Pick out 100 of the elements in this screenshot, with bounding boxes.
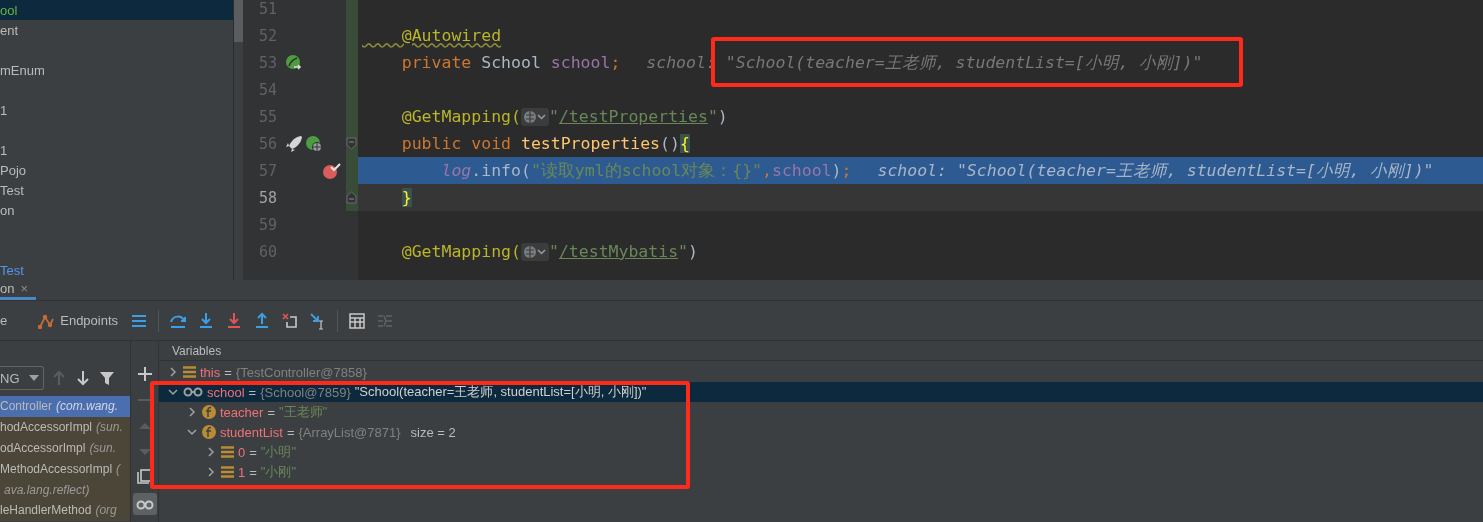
inline-value-hint: school: "School(teacher=王老师, studentList=[小明, 小刚])" — [646, 51, 1203, 74]
code-token: ) — [831, 161, 842, 180]
code-token: ; — [841, 161, 852, 180]
scrollbar-thumb[interactable] — [234, 0, 243, 42]
code-token: School — [481, 53, 542, 72]
field-icon — [202, 425, 216, 439]
variable-value: "小明" — [260, 443, 297, 461]
stack-icon — [221, 446, 234, 458]
variable-row[interactable]: 0 = "小明" — [159, 442, 1483, 462]
code-token: school — [771, 161, 832, 180]
code-token: @GetMapping( — [400, 107, 521, 126]
globe-dropdown-icon[interactable] — [520, 242, 549, 261]
equals-sign: = — [267, 404, 275, 420]
stack-frame[interactable]: hodAccessorImpl (sun. — [0, 416, 130, 438]
code-token: " — [548, 107, 559, 126]
project-tree-item[interactable]: on — [0, 200, 233, 220]
size-text: size = 2 — [410, 424, 456, 440]
chevron-right-icon[interactable] — [186, 406, 198, 418]
variable-value: "小刚" — [260, 463, 297, 481]
object-reference: {School@7859} — [260, 384, 351, 400]
field-icon — [202, 405, 216, 419]
variable-row[interactable]: 1 = "小刚" — [159, 462, 1483, 482]
project-tree-item[interactable]: mEnum — [0, 60, 233, 80]
code-token: @Autowired — [400, 26, 502, 45]
chevron-down-icon[interactable] — [186, 426, 198, 438]
code-token: ; — [610, 53, 621, 72]
variable-name: school — [207, 384, 245, 400]
code-token: private — [400, 53, 473, 72]
variable-row[interactable]: school = {School@7859} "School(teacher=王老师, studentList=[小明, 小刚])" — [159, 382, 1483, 402]
project-tree-item[interactable]: Test — [0, 180, 233, 200]
variable-row[interactable]: studentList = {ArrayList@7871} size = 2 — [159, 422, 1483, 442]
object-reference: {ArrayList@7871} — [298, 424, 401, 440]
scrollbar-track[interactable] — [233, 0, 243, 280]
variable-value: "School(teacher=王老师, studentList=[小明, 小刚])" — [354, 383, 647, 401]
caret-icon — [29, 375, 39, 381]
code-token: " — [707, 107, 718, 126]
breakpoint-icon[interactable] — [322, 161, 342, 180]
bean-globe-icon[interactable] — [305, 134, 323, 153]
panel-title: Variables — [172, 343, 222, 358]
code-token: "读取yml的school对象：{}" — [530, 159, 763, 182]
variable-name: teacher — [220, 404, 264, 420]
code-token: testProperties — [520, 134, 661, 153]
chevron-down-icon[interactable] — [167, 386, 179, 398]
chevron-right-icon[interactable] — [205, 446, 217, 458]
stack-frame[interactable]: Controller (com.wang. — [0, 396, 130, 417]
line-number: 58 — [257, 188, 277, 207]
code-token: " — [678, 242, 689, 261]
tool-window-tab[interactable]: on × — [0, 280, 37, 300]
project-tree-item[interactable]: ent — [0, 20, 233, 40]
code-token: , — [762, 161, 772, 180]
code-token: /testMybatis — [558, 242, 679, 261]
code-token: } — [401, 188, 412, 207]
code-token: () — [660, 134, 680, 153]
project-tree-item[interactable]: ool — [0, 0, 233, 20]
code-token: { — [679, 134, 690, 153]
arrow-down-icon[interactable] — [74, 369, 92, 387]
project-tree-item[interactable]: Pojo — [0, 160, 233, 180]
project-tree-item[interactable]: Test — [0, 260, 233, 280]
variable-name: this — [200, 364, 221, 380]
variable-row[interactable]: teacher = "王老师" — [159, 402, 1483, 422]
endpoints-tab[interactable]: Endpoints — [37, 311, 119, 330]
equals-sign: = — [249, 464, 257, 480]
variable-row[interactable]: this = {TestController@7858} — [159, 362, 1483, 382]
equals-sign: = — [286, 424, 295, 440]
equals-sign: = — [249, 444, 257, 460]
code-token: /testProperties — [558, 107, 708, 126]
project-tree-item[interactable]: 1 — [0, 140, 233, 160]
chevron-right-icon[interactable] — [167, 366, 179, 378]
variable-name: studentList — [220, 424, 283, 440]
stack-icon — [221, 466, 234, 478]
code-token: @GetMapping( — [400, 242, 521, 261]
object-reference: {TestController@7858} — [235, 364, 367, 380]
fold-marker-icon[interactable] — [346, 137, 357, 150]
thread-dropdown[interactable]: NG — [0, 366, 44, 390]
code-token: school — [550, 53, 611, 72]
code-token: ) — [717, 107, 728, 126]
code-token: public void — [400, 134, 512, 153]
project-tree-item[interactable]: 1 — [0, 100, 233, 120]
stack-frame[interactable]: odAccessorImpl (sun. — [0, 437, 130, 459]
toolbar-tab[interactable]: e — [0, 313, 8, 328]
stack-frame[interactable]: MethodAccessorImpl ( — [0, 458, 130, 480]
chevron-right-icon[interactable] — [205, 466, 217, 478]
rocket-icon[interactable] — [285, 134, 303, 153]
variable-name: 0 — [238, 444, 246, 460]
variable-name: 1 — [238, 464, 246, 480]
code-token: " — [548, 242, 559, 261]
code-token: .info( — [471, 161, 531, 180]
equals-sign: = — [224, 364, 232, 380]
globe-dropdown-icon[interactable] — [520, 107, 549, 126]
glasses-button[interactable] — [132, 493, 157, 515]
stack-frame[interactable]: leHandlerMethod (org — [0, 500, 130, 521]
fold-marker-icon[interactable] — [346, 191, 357, 204]
code-token: ) — [688, 242, 698, 261]
inline-value-hint: school: "School(teacher=王老师, studentList=[小明, 小刚])" — [877, 159, 1434, 182]
close-icon[interactable]: × — [20, 281, 29, 296]
stack-frame[interactable]: ava.lang.reflect) — [0, 479, 130, 500]
equals-sign: = — [248, 384, 257, 400]
filter-icon[interactable] — [98, 369, 116, 387]
code-token: log — [440, 161, 472, 180]
variable-value: "王老师" — [278, 403, 328, 421]
